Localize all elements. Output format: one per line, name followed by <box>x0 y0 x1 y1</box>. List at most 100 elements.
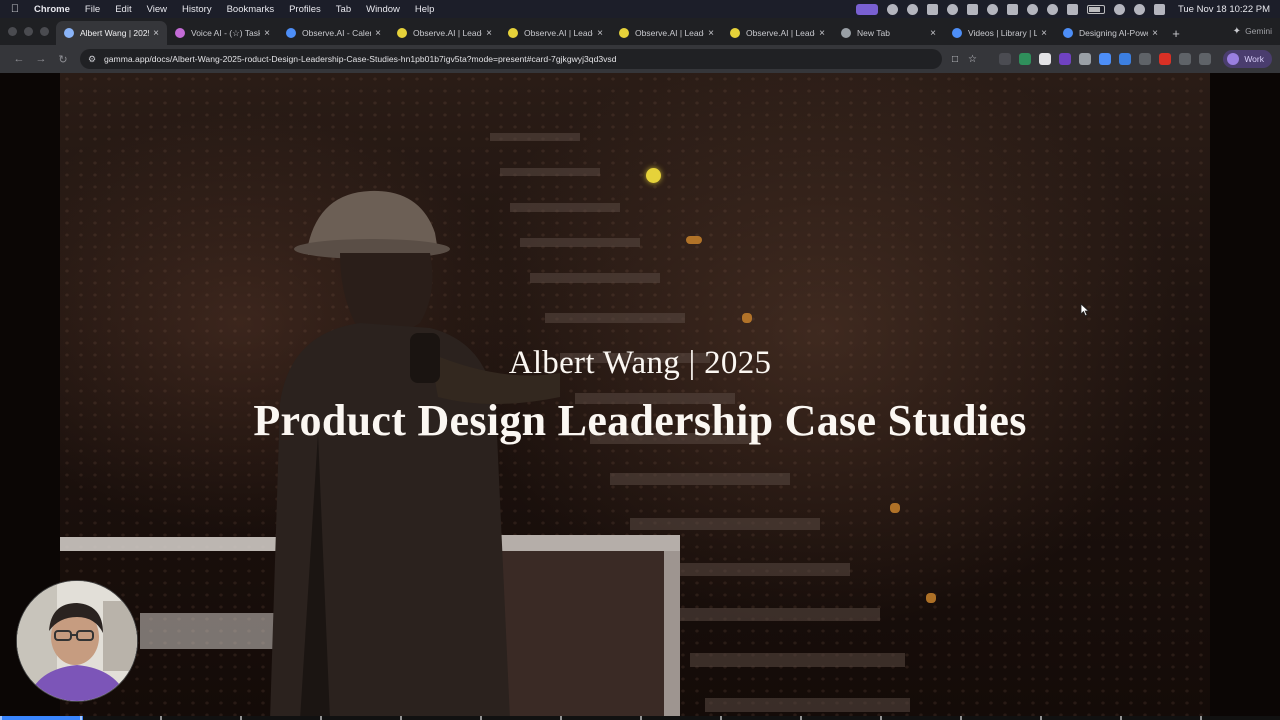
omnibox-actions: □ ☆ <box>952 54 977 65</box>
menu-help[interactable]: Help <box>415 4 435 15</box>
browser-tab[interactable]: Observe.AI | Leade × <box>389 21 500 45</box>
input-source-icon[interactable] <box>1066 3 1078 15</box>
screen-recording-icon[interactable] <box>855 3 878 15</box>
tab-title: Voice AI - (☆) Task <box>191 27 261 38</box>
site-info-icon[interactable]: ⚙ <box>88 54 98 64</box>
browser-tab[interactable]: Videos | Library | L × <box>944 21 1055 45</box>
tab-close-icon[interactable]: × <box>264 28 270 39</box>
tab-favicon-icon <box>175 28 185 38</box>
speaker-silhouette <box>270 190 560 720</box>
tab-close-icon[interactable]: × <box>153 28 159 39</box>
progress-ticks <box>0 716 1280 720</box>
tab-title: Videos | Library | L <box>968 28 1038 38</box>
apple-menu-icon[interactable]:  <box>8 3 22 15</box>
presentation-progress-bar[interactable] <box>0 716 1280 720</box>
browser-tab[interactable]: Observe.AI - Calen × <box>278 21 389 45</box>
close-window-button[interactable] <box>8 27 17 36</box>
presenter-video <box>17 581 137 701</box>
tab-close-icon[interactable]: × <box>930 28 936 39</box>
extension-icon[interactable] <box>1099 53 1112 65</box>
profile-button[interactable]: Work <box>1223 50 1272 68</box>
slide-subtitle: Albert Wang | 2025 <box>508 345 772 381</box>
menu-view[interactable]: View <box>147 4 167 15</box>
status-app-icon[interactable] <box>1006 3 1018 15</box>
bookmark-star-icon[interactable]: ☆ <box>968 54 977 65</box>
tab-favicon-icon <box>952 28 962 38</box>
mouse-cursor-icon <box>1080 303 1090 317</box>
tab-close-icon[interactable]: × <box>819 28 825 39</box>
extensions-puzzle-icon[interactable] <box>1199 53 1212 65</box>
tab-title: New Tab <box>857 28 890 38</box>
address-bar[interactable]: ⚙ gamma.app/docs/Albert-Wang-2025-roduct… <box>80 49 942 69</box>
menu-edit[interactable]: Edit <box>115 4 131 15</box>
status-app-icon[interactable] <box>966 3 978 15</box>
status-app-icon[interactable] <box>986 3 998 15</box>
tab-title: Observe.AI | Leade <box>746 28 816 38</box>
tab-close-icon[interactable]: × <box>1041 28 1047 39</box>
extension-icon[interactable] <box>1019 53 1032 65</box>
reload-button[interactable]: ↻ <box>52 48 74 70</box>
back-button[interactable]: ← <box>8 48 30 70</box>
tab-close-icon[interactable]: × <box>1152 28 1158 39</box>
browser-tab[interactable]: Observe.AI | Leade × <box>500 21 611 45</box>
spotlight-search-icon[interactable] <box>1133 3 1145 15</box>
browser-tab[interactable]: Observe.AI | Leade × <box>611 21 722 45</box>
menu-tab[interactable]: Tab <box>336 4 351 15</box>
presentation-slide[interactable]: Albert Wang | 2025 Product Design Leader… <box>0 73 1280 720</box>
tab-favicon-icon <box>841 28 851 38</box>
menu-app-name[interactable]: Chrome <box>34 4 70 15</box>
forward-button[interactable]: → <box>30 48 52 70</box>
wifi-icon[interactable] <box>1113 3 1125 15</box>
status-app-icon[interactable] <box>906 3 918 15</box>
maximize-window-button[interactable] <box>40 27 49 36</box>
status-app-icon[interactable] <box>946 3 958 15</box>
address-bar-url: gamma.app/docs/Albert-Wang-2025-roduct-D… <box>104 54 617 64</box>
tabs-container: Albert Wang | 2025 × Voice AI - (☆) Task × O… <box>56 21 1166 45</box>
status-app-icon[interactable] <box>886 3 898 15</box>
extension-icon[interactable] <box>1119 53 1132 65</box>
extensions-bar <box>999 53 1212 65</box>
extension-icon[interactable] <box>1039 53 1052 65</box>
tab-title: Observe.AI | Leade <box>635 28 705 38</box>
new-tab-button[interactable]: + <box>1166 21 1186 45</box>
extension-icon[interactable] <box>1159 53 1172 65</box>
tab-close-icon[interactable]: × <box>708 28 714 39</box>
status-app-icon[interactable] <box>1026 3 1038 15</box>
tab-favicon-icon <box>397 28 407 38</box>
minimize-window-button[interactable] <box>24 27 33 36</box>
extension-icon[interactable] <box>1059 53 1072 65</box>
menu-history[interactable]: History <box>182 4 212 15</box>
browser-tab[interactable]: Voice AI - (☆) Task × <box>167 21 278 45</box>
extension-icon[interactable] <box>1079 53 1092 65</box>
macos-menu-bar:  Chrome File Edit View History Bookmark… <box>0 0 1280 18</box>
browser-tab[interactable]: Albert Wang | 2025 × <box>56 21 167 45</box>
gemini-sparkle-icon: ✦ <box>1232 25 1242 37</box>
battery-icon[interactable] <box>1086 4 1105 14</box>
browser-toolbar: ← → ↻ ⚙ gamma.app/docs/Albert-Wang-2025-… <box>0 45 1280 73</box>
menu-bookmarks[interactable]: Bookmarks <box>227 4 275 15</box>
install-app-icon[interactable]: □ <box>952 54 958 65</box>
venue-light <box>926 593 936 603</box>
extension-icon[interactable] <box>1139 53 1152 65</box>
tab-close-icon[interactable]: × <box>597 28 603 39</box>
extension-icon[interactable] <box>1179 53 1192 65</box>
moon-icon[interactable] <box>1046 3 1058 15</box>
gemini-button[interactable]: ✦ Gemini <box>1233 22 1272 40</box>
tab-strip: Albert Wang | 2025 × Voice AI - (☆) Task × O… <box>0 18 1280 45</box>
tab-favicon-icon <box>1063 28 1073 38</box>
tab-close-icon[interactable]: × <box>486 28 492 39</box>
venue-light <box>742 313 752 323</box>
tab-close-icon[interactable]: × <box>375 28 381 39</box>
menu-profiles[interactable]: Profiles <box>289 4 321 15</box>
browser-tab[interactable]: Observe.AI | Leade × <box>722 21 833 45</box>
browser-tab[interactable]: Designing AI-Powe × <box>1055 21 1166 45</box>
control-center-icon[interactable] <box>1153 3 1165 15</box>
menu-bar-clock[interactable]: Tue Nov 18 10:22 PM <box>1178 4 1270 15</box>
menu-window[interactable]: Window <box>366 4 400 15</box>
tab-title: Designing AI-Powe <box>1079 28 1149 38</box>
status-app-icon[interactable] <box>926 3 938 15</box>
menu-file[interactable]: File <box>85 4 100 15</box>
browser-tab[interactable]: New Tab × <box>833 21 944 45</box>
extension-icon[interactable] <box>999 53 1012 65</box>
presenter-webcam-bubble[interactable] <box>16 580 138 702</box>
